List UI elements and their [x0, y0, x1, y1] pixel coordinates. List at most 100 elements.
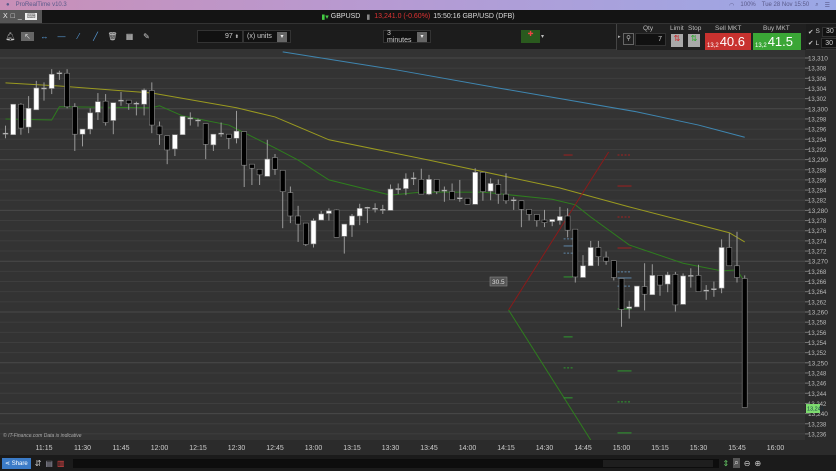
- pointer-icon[interactable]: ↖: [21, 32, 34, 41]
- buy-price-prefix: 13,2: [755, 43, 767, 49]
- list-icon[interactable]: ▤: [45, 459, 53, 468]
- spotlight-icon[interactable]: ⌕: [815, 2, 818, 9]
- app-name[interactable]: ProRealTime v10.3: [16, 2, 67, 8]
- annotation-label: 30.5: [489, 276, 508, 287]
- s-input[interactable]: 30: [821, 26, 836, 37]
- candle-body: [72, 106, 78, 135]
- x-tick-label: 13:30: [382, 445, 400, 452]
- y-tick-label: 13,274: [808, 239, 827, 245]
- x-tick-label: 14:45: [574, 445, 592, 452]
- candle-body: [695, 275, 702, 292]
- quote-time: 15:50:16 GBP/USD (DFB): [433, 13, 515, 20]
- zoom-in-icon[interactable]: ⊕: [754, 459, 761, 468]
- candle-body: [310, 220, 317, 245]
- chevron-down-icon[interactable]: ▾: [541, 33, 544, 40]
- candle-body: [541, 219, 548, 223]
- scrollbar-thumb[interactable]: [602, 459, 713, 467]
- y-tick-label: 13,244: [808, 392, 827, 398]
- instrument-name[interactable]: GBPUSD: [331, 13, 361, 20]
- indicator-icon[interactable]: ▦: [123, 32, 136, 41]
- apple-icon[interactable]: ●: [6, 2, 10, 8]
- x-tick-label: 14:30: [536, 445, 554, 452]
- candle-body: [456, 197, 463, 199]
- candle-body: [379, 209, 386, 211]
- info-icon[interactable]: ▮: [366, 13, 370, 21]
- zoom-fit-icon[interactable]: ⌕: [733, 458, 740, 468]
- candle-body: [272, 157, 278, 170]
- stepper-icon[interactable]: ⬍: [235, 34, 239, 40]
- menubar-clock[interactable]: Tue 28 Nov 15:50: [762, 2, 809, 9]
- bell-icon[interactable]: 🔔︎: [4, 32, 17, 41]
- candle-body: [241, 131, 247, 166]
- chevron-down-icon[interactable]: ▾: [277, 31, 287, 42]
- candlestick-icon[interactable]: ▮▾: [321, 13, 328, 21]
- wifi-icon[interactable]: ◠: [729, 2, 734, 9]
- line-icon[interactable]: ╱: [89, 32, 102, 41]
- share-label: Share: [11, 460, 28, 467]
- y-tick-label: 13,308: [808, 67, 827, 73]
- candle-body: [48, 73, 55, 89]
- segment-icon[interactable]: ⁄: [72, 32, 85, 41]
- y-tick-label: 13,286: [808, 178, 827, 184]
- s-checkbox[interactable]: ✔: [808, 28, 813, 36]
- eraser-icon[interactable]: ✎: [140, 32, 153, 41]
- stop-order-button[interactable]: ⇅: [688, 34, 700, 47]
- y-tick-label: 13,262: [808, 300, 827, 306]
- candle-body: [549, 219, 556, 222]
- wrench-icon[interactable]: ⚲: [623, 33, 634, 45]
- price-chart[interactable]: 13,310 13,308 13,306 13,304 13,302 13,300 13,2…: [0, 50, 836, 440]
- keyboard-icon[interactable]: ⌨: [24, 13, 38, 20]
- chevron-down-icon[interactable]: ▾: [417, 31, 427, 42]
- candle-body: [287, 192, 294, 217]
- candle-body: [333, 209, 340, 238]
- l-input[interactable]: 30: [821, 38, 836, 48]
- candle-body: [264, 158, 271, 177]
- candle-body: [410, 177, 417, 180]
- candle-body: [480, 172, 486, 192]
- limit-order-button[interactable]: ⇅: [671, 34, 683, 47]
- candle-body: [118, 99, 124, 102]
- minimize-window-button[interactable]: _: [18, 13, 22, 20]
- units-select[interactable]: (x) units ▾: [243, 30, 291, 43]
- candle-body: [572, 228, 579, 278]
- battery-level[interactable]: 100%: [740, 2, 755, 9]
- candle-body: [672, 274, 679, 306]
- l-checkbox[interactable]: ✔: [808, 39, 813, 47]
- y-tick-label: 13,268: [808, 270, 827, 276]
- trash-icon[interactable]: 🗑︎: [106, 32, 119, 41]
- time-scrollbar[interactable]: [72, 458, 719, 468]
- x-tick-label: 13:00: [305, 445, 323, 452]
- candle-body: [418, 179, 425, 195]
- horizontal-ray-icon[interactable]: ↔: [38, 32, 51, 41]
- share-button[interactable]: ⋖ Share: [2, 457, 31, 469]
- candle-body: [533, 214, 540, 221]
- x-tick-label: 15:00: [613, 445, 631, 452]
- add-indicator-icon[interactable]: ✚: [521, 30, 540, 43]
- s-l-settings: ✔ S 30 ✔ L 30: [808, 26, 836, 49]
- candle-body: [734, 265, 740, 278]
- timeframe-select[interactable]: 3 minutes ▾: [383, 30, 431, 44]
- units-count-input[interactable]: 97 ⬍: [197, 30, 243, 43]
- sell-market-button[interactable]: 13,2 40.6: [705, 33, 751, 50]
- candle-body: [664, 274, 671, 285]
- chart-style-icon[interactable]: ▥: [57, 459, 65, 468]
- expand-arrow-icon[interactable]: ▸: [618, 34, 621, 40]
- x-tick-label: 14:00: [459, 445, 477, 452]
- close-window-button[interactable]: X: [3, 13, 8, 20]
- moving-average-slow: [5, 82, 745, 243]
- indicator-toggle-icon[interactable]: ⇵: [35, 459, 42, 468]
- y-tick-label: 13,260: [808, 310, 828, 317]
- horizontal-line-icon[interactable]: —: [55, 32, 68, 41]
- menu-list-icon[interactable]: ☰: [825, 2, 830, 9]
- candle-body: [56, 72, 63, 75]
- candle-body: [657, 275, 663, 286]
- buy-market-button[interactable]: 13,2 41.5: [753, 33, 801, 50]
- x-tick-label: 16:00: [767, 445, 785, 452]
- qty-input[interactable]: 7: [635, 33, 666, 46]
- restore-window-button[interactable]: □: [11, 13, 15, 20]
- zoom-out-icon[interactable]: ⊖: [744, 459, 751, 468]
- sell-label: Sell MKT: [715, 25, 742, 32]
- autoscale-icon[interactable]: ⇕: [723, 459, 730, 468]
- moving-average-long: [282, 51, 745, 138]
- annotation-text: 30.5: [492, 279, 505, 286]
